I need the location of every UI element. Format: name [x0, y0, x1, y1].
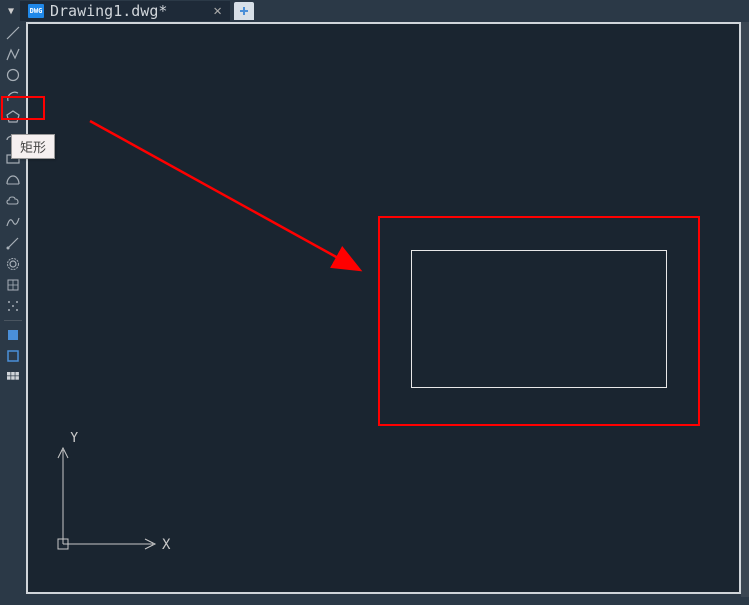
close-icon[interactable]: ✕ — [213, 3, 221, 19]
drawn-rectangle — [411, 250, 667, 388]
solid-fill-tool[interactable] — [3, 326, 23, 344]
vertical-scrollbar[interactable] — [741, 22, 749, 597]
polygon-tool[interactable] — [3, 108, 23, 126]
tab-title: Drawing1.dwg* — [50, 2, 167, 20]
line-tool[interactable] — [3, 24, 23, 42]
ellipse-half-tool[interactable] — [3, 171, 23, 189]
arc-tool[interactable] — [3, 87, 23, 105]
ray-tool[interactable] — [3, 234, 23, 252]
draw-toolbar — [0, 22, 26, 605]
dwg-file-icon: DWG — [28, 4, 44, 18]
solid-box-tool[interactable] — [3, 347, 23, 365]
ucs-x-label: X — [162, 537, 171, 553]
chevron-down-icon: ▼ — [8, 6, 14, 17]
hatch-grid-tool[interactable] — [3, 276, 23, 294]
new-tab-button[interactable] — [234, 2, 254, 20]
table-tool[interactable] — [3, 368, 23, 386]
ucs-indicator: Y X — [48, 432, 178, 562]
gear-tool[interactable] — [3, 255, 23, 273]
plus-icon — [238, 5, 250, 17]
main-area: Y X — [0, 22, 749, 605]
annotation-arrow — [88, 119, 378, 289]
tab-dropdown-icon[interactable]: ▼ — [4, 4, 18, 18]
circle-tool[interactable] — [3, 66, 23, 84]
rectangle-tooltip: 矩形 — [11, 134, 55, 159]
canvas-wrap: Y X — [26, 22, 749, 605]
drawing-canvas[interactable]: Y X — [26, 22, 741, 594]
point-grid-tool[interactable] — [3, 297, 23, 315]
ucs-y-label: Y — [70, 432, 79, 446]
cloud-tool[interactable] — [3, 192, 23, 210]
spline-tool[interactable] — [3, 213, 23, 231]
tab-drawing1[interactable]: DWG Drawing1.dwg* ✕ — [20, 1, 230, 21]
tool-divider — [4, 320, 22, 321]
polyline-tool[interactable] — [3, 45, 23, 63]
tab-bar: ▼ DWG Drawing1.dwg* ✕ — [0, 0, 749, 22]
